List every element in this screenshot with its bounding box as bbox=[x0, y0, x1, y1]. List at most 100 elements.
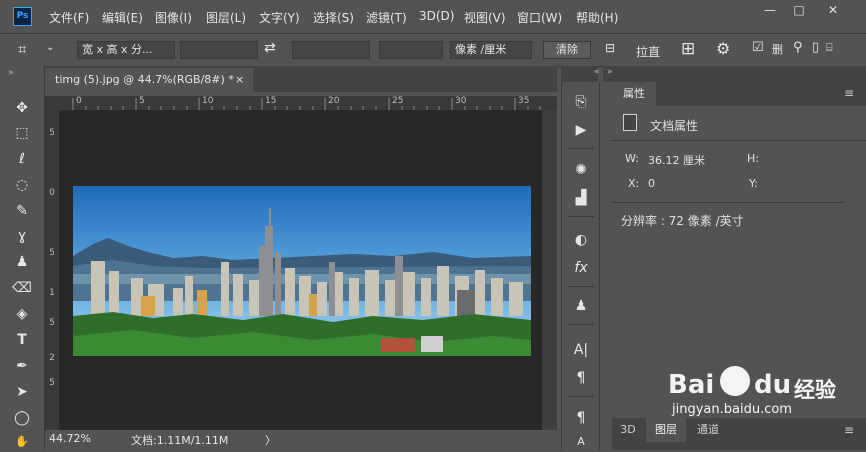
checkbox-delete-cropped-icon[interactable]: ☑ bbox=[752, 40, 764, 55]
zoom-level[interactable]: 44.72% bbox=[49, 432, 91, 445]
ruler-v-label: 5 bbox=[49, 318, 55, 328]
status-bar: 44.72% 文档:1.11M/1.11M 〉 bbox=[45, 430, 557, 450]
resolution-field[interactable] bbox=[379, 41, 443, 59]
status-menu-arrow[interactable]: 〉 bbox=[265, 432, 276, 448]
paint-bucket-tool-icon[interactable]: ◈ bbox=[10, 304, 34, 324]
type-tool-icon[interactable]: T bbox=[10, 330, 34, 350]
document-icon bbox=[623, 114, 637, 131]
w-value: 36.12 厘米 bbox=[648, 154, 705, 167]
menu-edit[interactable]: 编辑(E) bbox=[102, 9, 143, 26]
height-field[interactable] bbox=[292, 41, 370, 59]
ruler-h-label: 20 bbox=[328, 96, 340, 106]
menu-filter[interactable]: 滤镜(T) bbox=[366, 9, 407, 26]
history-icon[interactable]: ⎘ bbox=[570, 92, 592, 112]
unit-select-label: 像素 /厘米 bbox=[455, 43, 507, 56]
menu-layer[interactable]: 图层(L) bbox=[206, 9, 246, 26]
city-skyline-image bbox=[73, 186, 531, 356]
menu-help[interactable]: 帮助(H) bbox=[576, 9, 618, 26]
delete-cropped-label-icon: 删 bbox=[772, 43, 783, 56]
swap-icon[interactable]: ⇄ bbox=[264, 40, 276, 56]
straighten-label[interactable]: 拉直 bbox=[636, 43, 660, 60]
quick-selection-tool-icon[interactable]: ◌ bbox=[10, 175, 34, 195]
vertical-scrollbar[interactable] bbox=[542, 110, 557, 430]
lasso-tool-icon[interactable]: ℓ bbox=[10, 149, 34, 169]
marquee-tool-icon[interactable]: ⬚ bbox=[10, 123, 34, 143]
tab-3d[interactable]: 3D bbox=[612, 418, 644, 442]
ellipse-tool-icon[interactable]: ◯ bbox=[10, 408, 34, 428]
strip-divider bbox=[568, 216, 594, 217]
histogram-icon[interactable]: ▟ bbox=[570, 188, 592, 208]
clone-source-icon[interactable]: ♟ bbox=[570, 296, 592, 316]
strip-divider bbox=[568, 396, 594, 397]
character-icon[interactable]: A| bbox=[570, 340, 592, 360]
photoshop-logo: Ps bbox=[13, 7, 32, 26]
brush-tool-icon[interactable]: ɣ bbox=[10, 226, 34, 246]
path-selection-tool-icon[interactable]: ➤ bbox=[10, 382, 34, 402]
tab-layers[interactable]: 图层 bbox=[646, 418, 686, 442]
x-label: X: bbox=[628, 177, 640, 190]
x-value: 0 bbox=[648, 177, 655, 190]
tab-channels[interactable]: 通道 bbox=[688, 418, 728, 442]
ruler-h-label: 15 bbox=[265, 96, 277, 106]
menu-select[interactable]: 选择(S) bbox=[313, 9, 354, 26]
ruler-v-label: 5 bbox=[49, 248, 55, 258]
panel-menu-icon[interactable]: ≡ bbox=[844, 423, 854, 437]
styles-fx-icon[interactable]: fx bbox=[570, 258, 592, 278]
hand-tool-icon[interactable]: ✋ bbox=[10, 432, 34, 452]
ratio-select[interactable]: 宽 x 高 x 分... bbox=[77, 41, 175, 59]
options-bar: ⌗ ⌄ 宽 x 高 x 分... ⇄ 像素 /厘米 清除 ⊟ 拉直 ⊞ ⚙ ☑ … bbox=[0, 33, 866, 67]
close-tab-icon[interactable]: × bbox=[235, 68, 244, 92]
paragraph-styles-icon[interactable]: ¶ bbox=[570, 408, 592, 428]
paw-icon bbox=[720, 366, 750, 396]
baidu-watermark: Bai du 经验 jingyan.baidu.com bbox=[668, 366, 858, 418]
menu-window[interactable]: 窗口(W) bbox=[517, 9, 562, 26]
collapse-icon[interactable]: » bbox=[607, 67, 613, 77]
gear-icon[interactable]: ⚙ bbox=[716, 39, 730, 58]
collapse-panel-icon[interactable]: » bbox=[8, 68, 14, 78]
width-field[interactable] bbox=[180, 41, 258, 59]
tab-properties[interactable]: 属性 bbox=[612, 82, 656, 106]
panel-menu-icon[interactable]: ≡ bbox=[844, 86, 854, 100]
ruler-v-label: 2 bbox=[49, 353, 55, 363]
content-aware-checkbox-icon[interactable]: ▯ bbox=[812, 40, 819, 55]
adjustments-icon[interactable]: ◐ bbox=[570, 230, 592, 250]
strip-divider bbox=[568, 286, 594, 287]
minimize-button[interactable]: — bbox=[757, 3, 783, 17]
menu-3d[interactable]: 3D(D) bbox=[419, 9, 454, 23]
search-icon[interactable]: ⚲ bbox=[793, 40, 803, 55]
crop-tool-icon[interactable]: ⌗ bbox=[18, 40, 26, 58]
move-tool-icon[interactable]: ✥ bbox=[10, 98, 34, 118]
clear-button[interactable]: 清除 bbox=[543, 41, 591, 59]
watermark-brand-2: du bbox=[754, 370, 792, 400]
expand-panels-icon[interactable]: « bbox=[594, 67, 600, 77]
grid-overlay-icon[interactable]: ⊞ bbox=[681, 39, 695, 59]
ratio-select-label: 宽 x 高 x 分... bbox=[82, 43, 153, 56]
unit-select[interactable]: 像素 /厘米 bbox=[450, 41, 532, 59]
menu-view[interactable]: 视图(V) bbox=[464, 9, 506, 26]
actions-play-icon[interactable]: ▶ bbox=[570, 120, 592, 140]
stamp-tool-icon[interactable]: ♟ bbox=[10, 252, 34, 272]
eraser-tool-icon[interactable]: ⌫ bbox=[10, 278, 34, 298]
bottom-panel-tabs: 3D 图层 通道 ≡ bbox=[612, 418, 866, 450]
pen-tool-icon[interactable]: ✒ bbox=[10, 356, 34, 376]
maximize-button[interactable]: □ bbox=[786, 3, 812, 17]
paragraph-icon[interactable]: ¶ bbox=[570, 368, 592, 388]
color-wheel-icon[interactable]: ✺ bbox=[570, 160, 592, 180]
ruler-h-label: 25 bbox=[392, 96, 404, 106]
ruler-v-label: 5 bbox=[49, 378, 55, 388]
strip-divider bbox=[568, 324, 594, 325]
eyedropper-tool-icon[interactable]: ✎ bbox=[10, 201, 34, 221]
strip-divider bbox=[568, 148, 594, 149]
straighten-icon[interactable]: ⊟ bbox=[605, 41, 615, 55]
chevron-down-icon[interactable]: ⌄ bbox=[46, 42, 54, 53]
character-styles-icon[interactable]: A bbox=[570, 432, 592, 452]
close-button[interactable]: ✕ bbox=[820, 3, 846, 17]
document-tab[interactable]: timg (5).jpg @ 44.7%(RGB/8#) * × bbox=[45, 68, 253, 92]
menu-type[interactable]: 文字(Y) bbox=[259, 9, 300, 26]
vertical-ruler: 5 0 5 1 5 2 5 bbox=[45, 110, 60, 430]
menu-file[interactable]: 文件(F) bbox=[49, 9, 89, 26]
y-label: Y: bbox=[749, 177, 758, 190]
document-tab-title: timg (5).jpg @ 44.7%(RGB/8#) * bbox=[55, 73, 234, 86]
menu-image[interactable]: 图像(I) bbox=[155, 9, 192, 26]
content-aware-label-icon: ⌸ bbox=[826, 41, 833, 54]
